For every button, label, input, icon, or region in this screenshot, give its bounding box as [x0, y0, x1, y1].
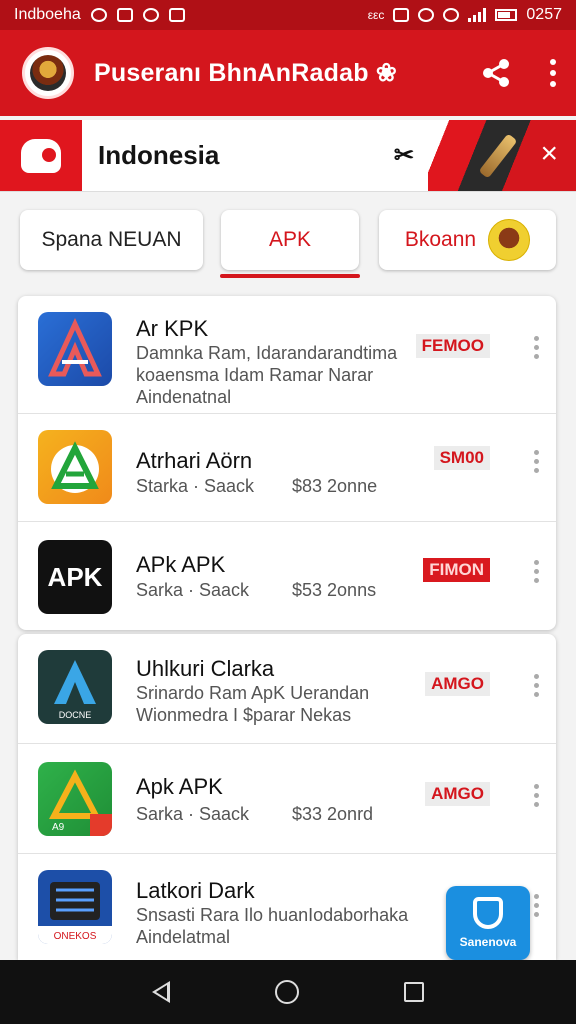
app-size: $53 2onns	[292, 580, 377, 600]
app-name: Uhlkuri Clarka	[136, 656, 275, 681]
scissors-icon: ✂	[393, 142, 414, 169]
share-icon[interactable]	[478, 55, 514, 91]
shield-icon	[473, 897, 503, 929]
signal-icon	[468, 8, 487, 22]
price-badge: SM00	[433, 446, 490, 470]
tab-label: Spana NEUAN	[41, 228, 182, 251]
garuda-emblem-icon	[22, 47, 74, 99]
row-overflow-icon[interactable]	[534, 784, 540, 807]
app-meta: Sarka · Saack	[136, 580, 250, 600]
triangle-green-icon: A9	[38, 762, 112, 836]
ad-banner[interactable]: Indonesia ✂ ×	[0, 120, 576, 192]
list-item[interactable]: A9 Apk APK Sarka · Saack $33 2onrd AMGO	[18, 744, 556, 854]
row-overflow-icon[interactable]	[534, 560, 540, 583]
svg-text:A9: A9	[52, 822, 65, 833]
app-description: Srinardo Ram ApK Uerandan Wionmedra I $pa…	[136, 683, 370, 725]
garuda-icon	[488, 219, 531, 261]
price-badge: AMGO	[425, 672, 490, 696]
app-name: APk APK	[136, 552, 226, 577]
app-size: $33 2onrd	[292, 804, 374, 824]
list-item[interactable]: APK APk APK Sarka · Saack $53 2onns FIMO…	[18, 522, 556, 630]
notification-icon	[90, 8, 107, 22]
price-badge: FIMON	[423, 558, 490, 582]
banner-artwork: ×	[428, 120, 576, 191]
tab-label: Bkoann	[404, 228, 477, 251]
tab-spana[interactable]: Spana NEUAN	[20, 210, 203, 270]
tab-bkoann[interactable]: Bkoann	[379, 210, 556, 270]
map-icon: ONEKOS	[38, 870, 112, 944]
close-icon[interactable]: ×	[540, 137, 558, 171]
carrier-label: Indboeha	[14, 6, 81, 23]
app-list-card: Ar KPK Damnka Ram, Idarandarandtima koaen…	[18, 296, 556, 630]
app-description: Damnka Ram, Idarandarandtima koaensma Ida…	[136, 343, 398, 407]
price-badge: AMGO	[425, 782, 490, 806]
banner-title: Indonesia	[98, 140, 220, 170]
nfc-icon	[393, 8, 410, 22]
notification-icon	[142, 8, 159, 22]
svg-text:ONEKOS: ONEKOS	[54, 931, 97, 942]
list-item[interactable]: Atrhari Aörn Starka · Saack $83 2onne SM…	[18, 414, 556, 522]
row-overflow-icon[interactable]	[534, 336, 540, 359]
triangle-icon	[38, 430, 112, 504]
network-label: εεc	[367, 8, 385, 22]
list-item[interactable]: DOCNE Uhlkuri Clarka Srinardo Ram ApK Ue…	[18, 634, 556, 744]
app-name: Latkori Dark	[136, 878, 255, 903]
back-icon[interactable]	[152, 981, 171, 1003]
row-overflow-icon[interactable]	[534, 674, 540, 697]
app-description: Snsasti Rara Ilo huanIodaborhaka Aindelat…	[136, 905, 409, 947]
active-tab-indicator	[220, 274, 360, 278]
app-bar: Puseranı BhnAnRadab ❀	[0, 30, 576, 116]
tab-label: APK	[268, 228, 312, 251]
category-tabs: Spana NEUAN APK Bkoann	[20, 210, 556, 280]
svg-text:DOCNE: DOCNE	[59, 710, 92, 720]
list-item[interactable]: Ar KPK Damnka Ram, Idarandarandtima koaen…	[18, 296, 556, 414]
wifi-icon	[443, 8, 460, 22]
banner-logo-icon	[0, 120, 82, 191]
app-size: $83 2onne	[292, 476, 378, 496]
notification-icon	[168, 8, 185, 22]
app-name: Apk APK	[136, 774, 223, 799]
overflow-menu-icon[interactable]	[548, 59, 558, 87]
row-overflow-icon[interactable]	[534, 894, 540, 917]
app-name: Atrhari Aörn	[136, 448, 253, 473]
a-icon	[38, 312, 112, 386]
app-meta: Starka · Saack	[136, 476, 255, 496]
status-bar: Indboeha εεc 0257	[0, 0, 576, 30]
app-name: Ar KPK	[136, 316, 209, 341]
bluetooth-icon	[418, 8, 435, 22]
tab-apk[interactable]: APK	[221, 210, 359, 270]
row-overflow-icon[interactable]	[534, 450, 540, 473]
clock: 0257	[526, 6, 562, 23]
home-icon[interactable]	[274, 980, 299, 1004]
app-title: Puseranı BhnAnRadab ❀	[94, 59, 397, 87]
chat-support-button[interactable]: Sanenova	[446, 886, 530, 960]
apk-icon: APK	[38, 540, 112, 614]
app-meta: Sarka · Saack	[136, 804, 250, 824]
price-badge: FEMOO	[415, 334, 490, 358]
notification-icon	[116, 8, 133, 22]
fab-label: Sanenova	[459, 935, 517, 949]
system-nav-bar	[0, 960, 576, 1024]
recent-apps-icon[interactable]	[403, 982, 424, 1002]
a-blue-icon: DOCNE	[38, 650, 112, 724]
battery-icon	[495, 9, 518, 21]
